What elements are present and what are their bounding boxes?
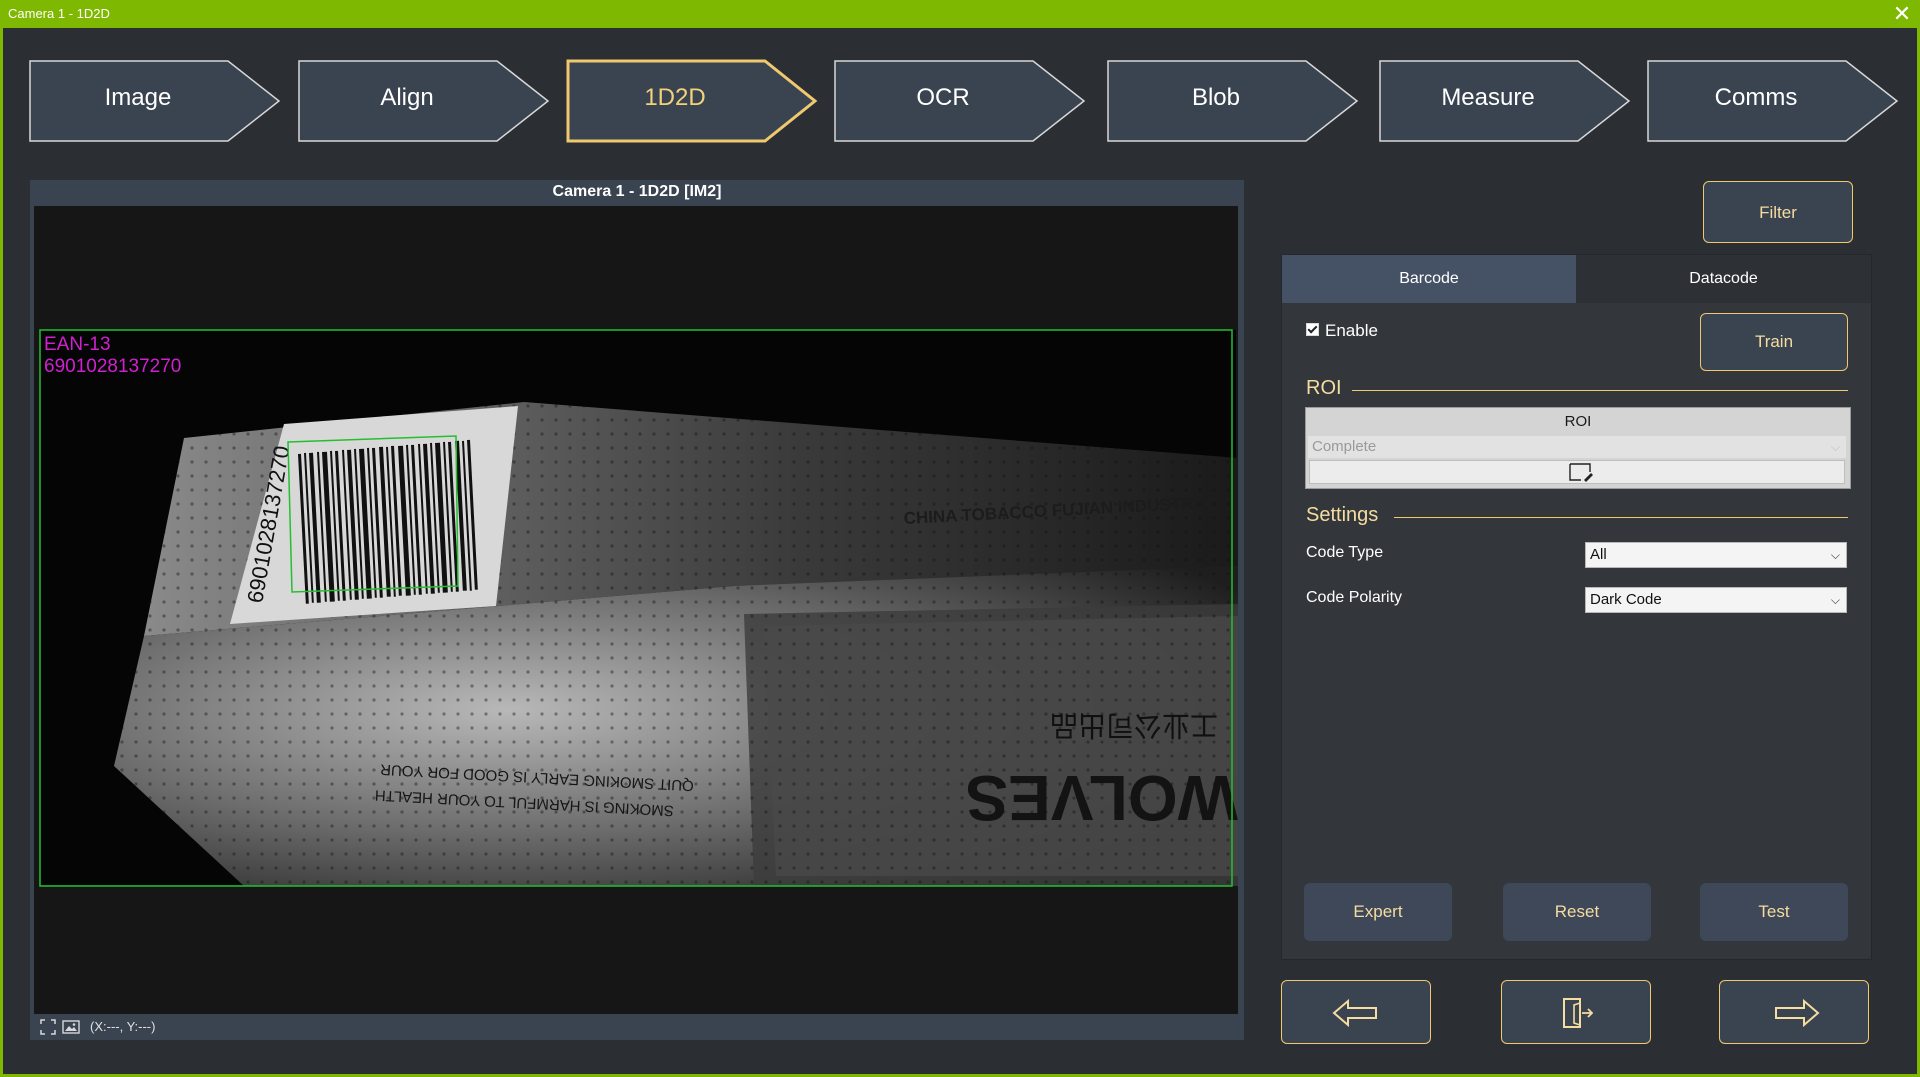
cursor-coordinates: (X:---, Y:---): [90, 1019, 156, 1034]
reset-button[interactable]: Reset: [1503, 883, 1651, 941]
enable-checkbox[interactable]: Enable: [1306, 321, 1378, 341]
roi-mode-select[interactable]: Complete ⌵: [1308, 436, 1846, 458]
code-type-value: All: [1590, 546, 1607, 563]
viewer-title: Camera 1 - 1D2D [IM2]: [552, 183, 722, 200]
step-image[interactable]: Image: [29, 58, 281, 144]
enable-label: Enable: [1325, 321, 1378, 340]
image-icon[interactable]: [62, 1019, 80, 1035]
settings-panel: Barcode Datacode Enable Train ROI ROI Co…: [1281, 254, 1872, 960]
result-code-value: 6901028137270: [44, 356, 181, 377]
code-polarity-value: Dark Code: [1590, 591, 1662, 608]
step-label: Align: [380, 84, 434, 111]
step-comms[interactable]: Comms: [1647, 58, 1899, 144]
arrow-right-icon: [1775, 998, 1820, 1028]
window-title: Camera 1 - 1D2D: [8, 6, 110, 21]
roi-header: ROI: [1564, 413, 1592, 430]
roi-control: ROI Complete ⌵: [1305, 407, 1851, 489]
code-polarity-select[interactable]: Dark Code ⌵: [1585, 587, 1847, 613]
viewer-statusbar: (X:---, Y:---): [34, 1014, 1240, 1040]
tab-barcode[interactable]: Barcode: [1282, 255, 1576, 303]
package-wordmark: WOLVES: [965, 762, 1238, 834]
chevron-down-icon: ⌵: [1830, 593, 1840, 607]
window-titlebar: Camera 1 - 1D2D ✕: [0, 0, 1920, 28]
code-polarity-label: Code Polarity: [1306, 589, 1403, 606]
step-label: Image: [104, 84, 172, 111]
window-frame-left: [0, 28, 3, 1077]
chevron-down-icon: ⌵: [1830, 440, 1840, 454]
step-1d2d[interactable]: 1D2D: [566, 58, 818, 144]
result-code-type: EAN-13: [44, 334, 111, 355]
back-button[interactable]: [1281, 980, 1431, 1044]
step-label: Blob: [1191, 84, 1241, 111]
arrow-left-icon: [1332, 998, 1377, 1028]
step-measure[interactable]: Measure: [1379, 58, 1631, 144]
roi-section-divider: [1352, 390, 1848, 391]
code-tabs: Barcode Datacode: [1282, 255, 1871, 303]
step-label: OCR: [916, 84, 970, 111]
close-icon[interactable]: ✕: [1890, 2, 1914, 26]
fit-screen-icon[interactable]: [40, 1019, 56, 1035]
filter-button[interactable]: Filter: [1703, 181, 1853, 243]
package-chinese-text: 工业公司出品: [1050, 709, 1218, 742]
chevron-down-icon: ⌵: [1830, 548, 1840, 562]
settings-section-divider: [1394, 517, 1848, 518]
roi-mode-value: Complete: [1312, 438, 1377, 455]
step-label: Measure: [1441, 84, 1535, 111]
exit-button[interactable]: [1501, 980, 1651, 1044]
workflow-steps: Image Align 1D2D OCR Blob Measure Comms: [0, 58, 1920, 144]
test-button[interactable]: Test: [1700, 883, 1848, 941]
camera-image[interactable]: 6901028137270 CHINA TOBACCO FUJIAN INDUS…: [34, 206, 1238, 1014]
next-button[interactable]: [1719, 980, 1869, 1044]
exit-door-icon: [1563, 998, 1594, 1028]
tab-datacode[interactable]: Datacode: [1576, 255, 1871, 303]
checkbox-checked-icon: [1306, 323, 1319, 337]
step-blob[interactable]: Blob: [1107, 58, 1359, 144]
train-button[interactable]: Train: [1700, 313, 1848, 371]
code-type-select[interactable]: All ⌵: [1585, 542, 1847, 568]
roi-edit-icon: [1569, 463, 1593, 482]
step-label: 1D2D: [644, 84, 706, 111]
code-type-label: Code Type: [1306, 544, 1384, 561]
step-label: Comms: [1714, 84, 1798, 111]
step-align[interactable]: Align: [298, 58, 550, 144]
roi-section-title: ROI: [1306, 377, 1342, 399]
settings-section-title: Settings: [1306, 504, 1379, 526]
expert-button[interactable]: Expert: [1304, 883, 1452, 941]
roi-edit-button[interactable]: [1309, 460, 1845, 484]
step-ocr[interactable]: OCR: [834, 58, 1086, 144]
